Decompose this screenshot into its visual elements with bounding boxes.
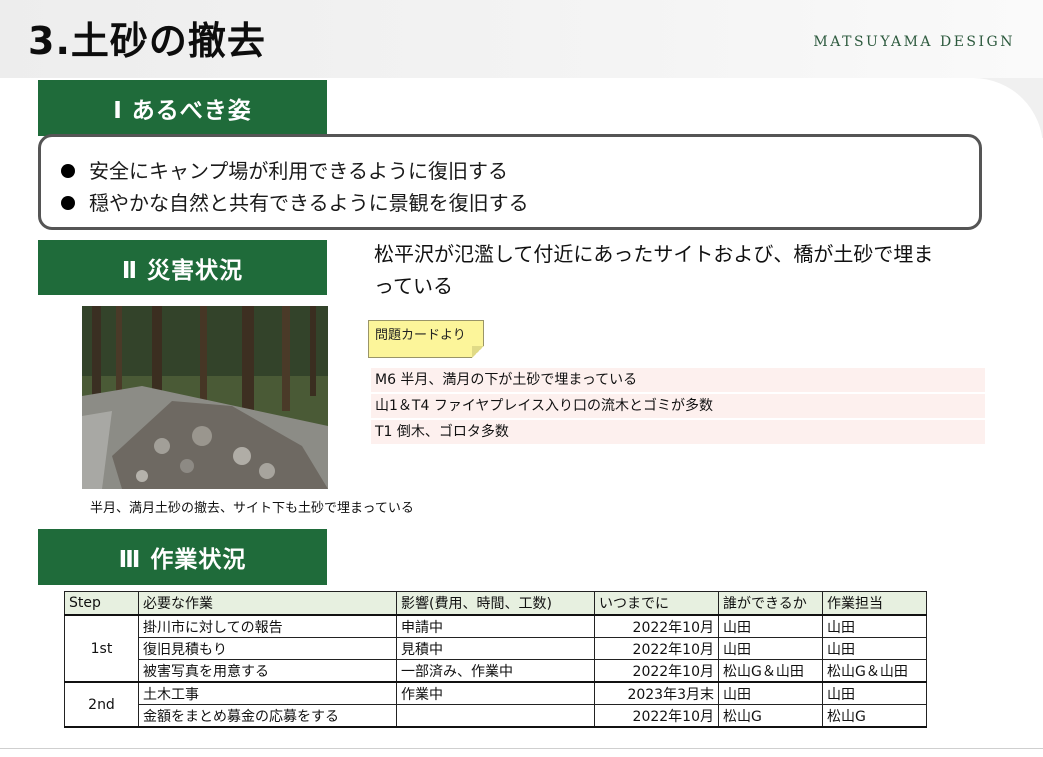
task-cell: 金額をまとめ募金の応募をする (138, 704, 397, 728)
column-header: 影響(費用、時間、工数) (396, 591, 595, 616)
table-header-row: Step 必要な作業 影響(費用、時間、工数) いつまでに 誰ができるか 作業担… (64, 591, 927, 616)
owner-cell: 松山G (822, 704, 927, 728)
bullet-icon (61, 164, 75, 178)
section-work-heading: Ⅲ 作業状況 (38, 529, 327, 585)
column-header: 誰ができるか (718, 591, 823, 616)
problem-list: M6 半月、満月の下が土砂で埋まっている 山1＆T4 ファイヤプレイス入り口の流… (371, 368, 985, 446)
footer-divider (0, 748, 1043, 749)
impact-cell (396, 704, 595, 728)
work-status-table: Step 必要な作業 影響(費用、時間、工数) いつまでに 誰ができるか 作業担… (64, 591, 927, 728)
owner-cell: 山田 (822, 681, 927, 705)
column-header: いつまでに (594, 591, 719, 616)
table-row: 1st 掛川市に対しての報告 申請中 2022年10月 山田 山田 (64, 614, 927, 683)
ideal-item-text: 穏やかな自然と共有できるように景観を復旧する (89, 191, 529, 215)
due-cell: 2022年10月 (594, 659, 719, 683)
task-cell: 土木工事 (138, 681, 397, 705)
step-cell: 1st (64, 614, 139, 683)
problem-item: 山1＆T4 ファイヤプレイス入り口の流木とゴミが多数 (371, 394, 985, 418)
ideal-state-box: 安全にキャンプ場が利用できるように復旧する 穏やかな自然と共有できるように景観を… (38, 134, 982, 230)
table-row: 金額をまとめ募金の応募をする 2022年10月 松山G 松山G (65, 704, 927, 728)
due-cell: 2023年3月末 (594, 681, 719, 705)
task-cell: 復旧見積もり (138, 637, 397, 660)
problem-item: M6 半月、満月の下が土砂で埋まっている (371, 368, 985, 392)
ideal-item: 安全にキャンプ場が利用できるように復旧する (61, 155, 979, 187)
table-row: 2nd 土木工事 作業中 2023年3月末 山田 山田 (64, 681, 927, 728)
column-header: Step (64, 591, 139, 616)
impact-cell: 一部済み、作業中 (396, 659, 595, 683)
who-cell: 山田 (718, 681, 823, 705)
impact-cell: 作業中 (396, 681, 595, 705)
ideal-item-text: 安全にキャンプ場が利用できるように復旧する (89, 159, 508, 183)
impact-cell: 見積中 (396, 637, 595, 660)
owner-cell: 松山G＆山田 (822, 659, 927, 683)
section-disaster-heading: Ⅱ 災害状況 (38, 240, 327, 295)
who-cell: 松山G＆山田 (718, 659, 823, 683)
disaster-photo-illustration (82, 306, 328, 489)
due-cell: 2022年10月 (594, 637, 719, 660)
table-row: 被害写真を用意する 一部済み、作業中 2022年10月 松山G＆山田 松山G＆山… (65, 659, 927, 683)
brand-logo-text: MATSUYAMA DESIGN (813, 34, 1015, 50)
who-cell: 山田 (718, 614, 823, 638)
column-header: 必要な作業 (138, 591, 397, 616)
due-cell: 2022年10月 (594, 704, 719, 728)
photo-caption: 半月、満月土砂の撤去、サイト下も土砂で埋まっている (90, 501, 414, 516)
who-cell: 松山G (718, 704, 823, 728)
page-title: 3.土砂の撤去 (28, 19, 266, 63)
bullet-icon (61, 196, 75, 210)
problem-item: T1 倒木、ゴロタ多数 (371, 420, 985, 444)
task-cell: 掛川市に対しての報告 (138, 614, 397, 638)
disaster-description: 松平沢が氾濫して付近にあったサイトおよび、橋が土砂で埋まっている (374, 242, 934, 298)
step-cell: 2nd (64, 681, 139, 728)
owner-cell: 山田 (822, 637, 927, 660)
section-ideal-heading: Ⅰ あるべき姿 (38, 80, 327, 136)
due-cell: 2022年10月 (594, 614, 719, 638)
impact-cell: 申請中 (396, 614, 595, 638)
who-cell: 山田 (718, 637, 823, 660)
note-fold-corner (472, 346, 484, 358)
column-header: 作業担当 (822, 591, 927, 616)
note-label: 問題カードより (375, 328, 466, 343)
ideal-item: 穏やかな自然と共有できるように景観を復旧する (61, 187, 979, 219)
task-cell: 被害写真を用意する (138, 659, 397, 683)
table-row: 復旧見積もり 見積中 2022年10月 山田 山田 (65, 637, 927, 660)
owner-cell: 山田 (822, 614, 927, 638)
problem-card-note: 問題カードより (368, 320, 484, 358)
disaster-photo (82, 306, 328, 489)
